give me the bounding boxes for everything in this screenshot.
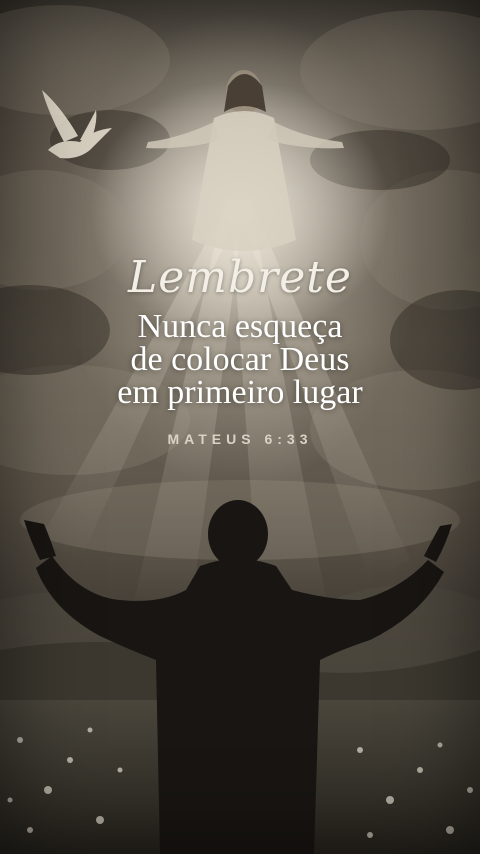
message-line-2: de colocar Deus (130, 341, 350, 378)
message-line-3: em primeiro lugar (117, 374, 363, 411)
title: Lembrete (128, 252, 352, 303)
message-line-1: Nunca esqueça (137, 308, 343, 345)
headline-block: Lembrete Nunca esqueça de colocar Deus e… (0, 246, 480, 447)
bible-reference: MATEUS 6:33 (167, 431, 313, 447)
poster: Lembrete Nunca esqueça de colocar Deus e… (0, 0, 480, 854)
